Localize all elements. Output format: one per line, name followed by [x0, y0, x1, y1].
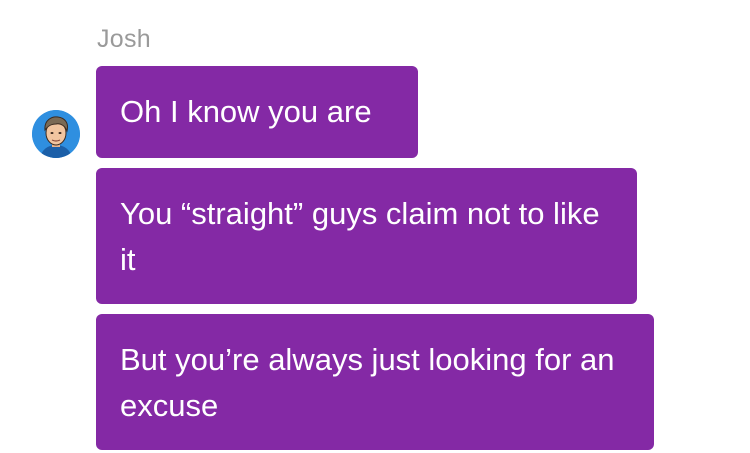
user-avatar-icon[interactable] — [32, 110, 80, 158]
chat-thread: Josh Oh I know you are You “straight” gu… — [0, 0, 750, 453]
message-text: You “straight” guys claim not to like it — [120, 196, 600, 277]
message-text: Oh I know you are — [120, 94, 372, 129]
message-bubble[interactable]: Oh I know you are — [96, 66, 418, 158]
message-bubble[interactable]: You “straight” guys claim not to like it — [96, 168, 637, 304]
sender-name: Josh — [97, 25, 152, 53]
message-text: But you’re always just looking for an ex… — [120, 342, 615, 423]
message-bubble[interactable]: But you’re always just looking for an ex… — [96, 314, 654, 450]
